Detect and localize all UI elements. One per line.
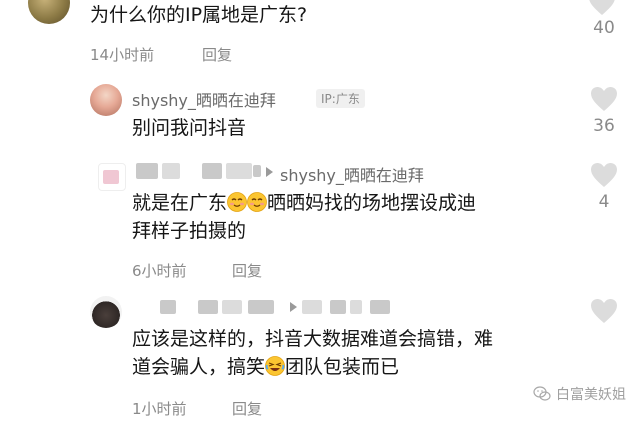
comment-time: 6小时前 [132, 262, 187, 280]
comment-text: 为什么你的IP属地是广东? [90, 4, 308, 26]
reply-to-username[interactable]: shyshy_晒晒在迪拜 [280, 162, 424, 186]
blurred-username [302, 300, 322, 314]
blurred-username [248, 300, 274, 314]
avatar[interactable] [90, 84, 122, 116]
watermark-text: 白富美妖姐 [556, 387, 626, 403]
avatar[interactable] [98, 163, 126, 191]
blurred-username [202, 163, 222, 179]
blurred-username [198, 300, 218, 314]
blurred-username [370, 300, 390, 314]
comment-text-line: 拜样子拍摄的 [132, 220, 247, 242]
blush-emoji-icon [247, 192, 267, 212]
blurred-username [226, 163, 252, 179]
blurred-username [253, 165, 261, 177]
like-count: 40 [593, 18, 615, 38]
blurred-username [222, 300, 242, 314]
blurred-username [330, 300, 346, 314]
reply-button[interactable]: 回复 [202, 44, 232, 65]
watermark: 白富美妖姐 [533, 384, 626, 404]
avatar[interactable] [28, 0, 70, 24]
comment-text-part: 晒晒妈找的场地摆设成迪 [267, 192, 477, 214]
blurred-username [350, 300, 362, 314]
comment-text-part: 道会骗人，搞笑 [132, 356, 266, 378]
heart-icon[interactable] [590, 162, 618, 188]
comment-text: 别问我问抖音 [132, 117, 247, 139]
heart-icon[interactable] [590, 298, 618, 324]
comment-text-line: 应该是这样的，抖音大数据难道会搞错，难 [132, 328, 494, 350]
comment-text-part: 就是在广东 [132, 192, 228, 214]
username[interactable]: shyshy_晒晒在迪拜 [132, 87, 276, 111]
reply-button[interactable]: 回复 [232, 260, 262, 281]
comment-time: 14小时前 [90, 46, 155, 64]
ip-location-badge: IP:广东 [316, 89, 365, 108]
like-count: 36 [593, 116, 615, 136]
blurred-username [162, 163, 180, 179]
like-count: 4 [598, 192, 610, 212]
blurred-username [136, 163, 158, 179]
avatar[interactable] [90, 296, 122, 328]
comment-text-line: 道会骗人，搞笑 团队包装而已 [132, 354, 399, 382]
triangle-arrow-icon [290, 302, 297, 312]
blush-emoji-icon [227, 192, 247, 212]
triangle-arrow-icon [266, 167, 273, 177]
heart-icon[interactable] [588, 0, 616, 16]
laughing-emoji-icon [265, 356, 285, 376]
reply-button[interactable]: 回复 [232, 398, 262, 419]
comment-time: 1小时前 [132, 400, 187, 418]
comment-text-part: 团队包装而已 [285, 356, 400, 378]
comment-text: 就是在广东 晒晒妈找的场地摆设成迪 [132, 190, 476, 218]
blurred-username [160, 300, 176, 314]
heart-icon[interactable] [590, 86, 618, 112]
wechat-icon [533, 386, 551, 401]
